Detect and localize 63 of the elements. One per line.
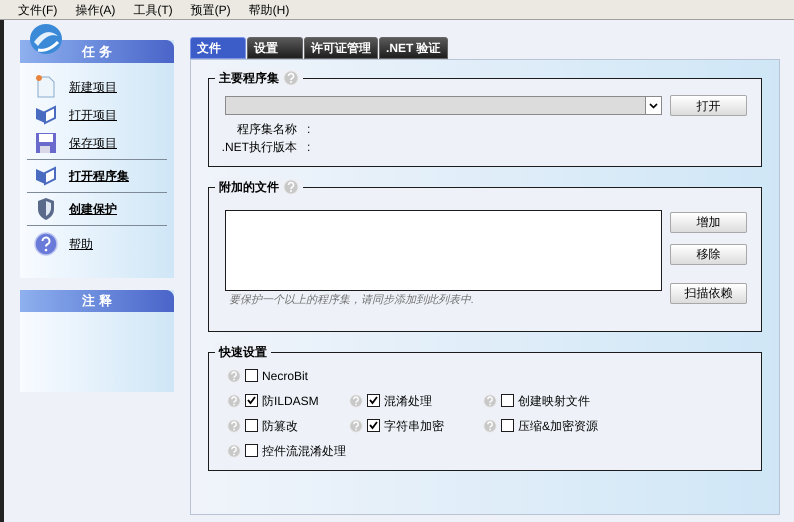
task-link[interactable]: 新建项目 [69,78,117,96]
shield-icon [36,197,56,221]
option-label: 字符串加密 [384,418,444,434]
group-title: 主要程序集 [215,69,283,87]
tab[interactable]: 文件 [190,37,246,59]
checkbox[interactable] [367,394,380,407]
task-link[interactable]: 保存项目 [69,134,117,152]
checkbox[interactable] [501,394,514,407]
checkbox[interactable] [367,419,380,432]
menu-item[interactable]: 操作(A) [75,0,116,18]
help-icon [349,418,363,432]
option-label: 创建映射文件 [518,392,590,410]
checkbox[interactable] [501,419,514,432]
hint-text: 要保护一个以上的程序集，请同步添加到此列表中. [228,292,476,308]
files-list[interactable] [225,210,662,291]
group-title: 附加的文件 [215,178,283,196]
menu-item[interactable]: 文件(F) [18,0,58,18]
chevron-down-icon [649,102,658,108]
field-separator: : [307,121,310,138]
option-label: 压缩&加密资源 [518,418,598,434]
book-icon [34,105,58,125]
field-separator: : [307,139,310,156]
help-icon [483,394,497,408]
field-label: .NET执行版本 [220,139,297,156]
checkbox[interactable] [245,369,258,382]
tab[interactable]: .NET 验证 [379,37,448,59]
action-button[interactable]: 扫描依赖 [670,282,747,304]
action-button[interactable]: 增加 [670,212,747,232]
group-title: 快速设置 [215,342,271,360]
help-icon [227,444,241,458]
option-label: NecroBit [262,368,308,384]
help-icon [34,232,58,256]
tab[interactable]: 许可证管理 [304,37,378,59]
assembly-dropdown[interactable] [225,96,662,115]
field-label: 程序集名称 [236,121,297,138]
menu-item[interactable]: 帮助(H) [248,0,290,18]
task-link[interactable]: 打开程序集 [69,167,129,185]
help-icon [283,70,299,86]
menu-item[interactable]: 工具(T) [133,0,173,18]
panel-title: 注 释 [82,292,112,310]
menu-item[interactable]: 预置(P) [190,0,231,18]
option-label: 控件流混淆处理 [262,442,346,460]
panel-title: 任 务 [82,42,112,61]
action-button[interactable]: 移除 [670,244,747,264]
help-icon [483,418,497,432]
help-icon [227,418,241,432]
action-button[interactable]: 打开 [670,95,747,116]
help-icon [227,368,241,382]
document-icon [35,75,57,99]
task-link[interactable]: 帮助 [69,235,93,253]
tab[interactable]: 设置 [247,37,303,59]
task-link[interactable]: 创建保护 [69,200,117,218]
checkbox[interactable] [245,444,258,457]
option-label: 防篡改 [262,418,298,434]
checkbox[interactable] [245,394,258,407]
book-icon [34,166,58,186]
option-label: 防ILDASM [262,392,319,410]
option-label: 混淆处理 [384,392,432,410]
help-icon [227,394,241,408]
help-icon [349,394,363,408]
task-link[interactable]: 打开项目 [69,106,117,124]
checkbox[interactable] [245,419,258,432]
help-icon [283,179,299,195]
